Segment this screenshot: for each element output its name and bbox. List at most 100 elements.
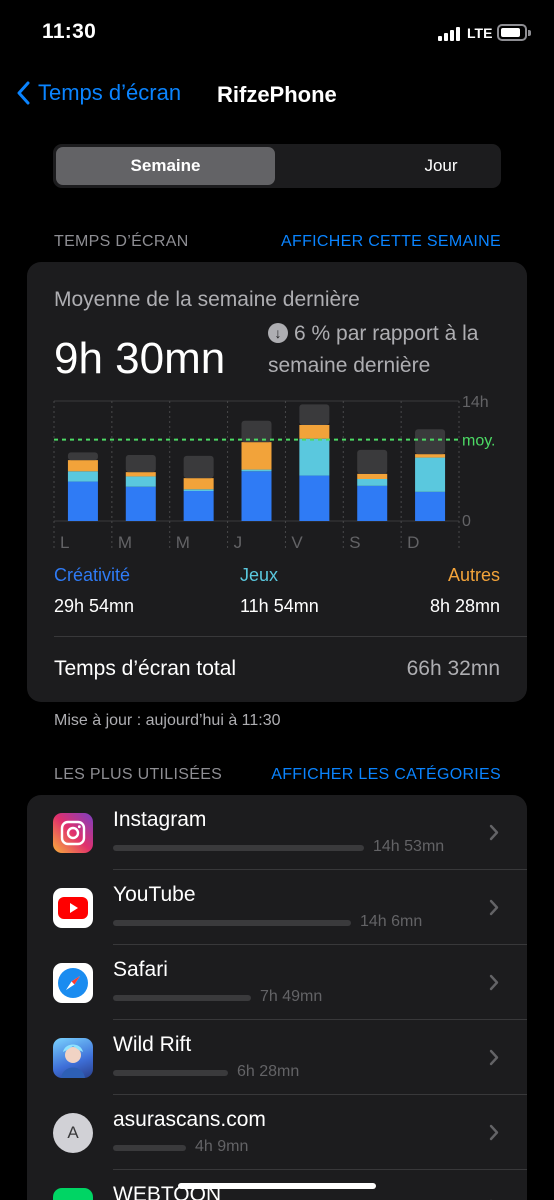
segment-day[interactable]: Jour [329, 147, 553, 185]
app-name: YouTube [113, 883, 196, 906]
app-usage-time: 4h 9mn [195, 1138, 249, 1155]
x-tick-label: M [118, 533, 132, 552]
app-usage-time: 6h 28mn [237, 1063, 300, 1080]
bar-segment [67, 471, 98, 482]
bar-segment [299, 425, 330, 439]
usage-bar-chart: L M M J V S Dmoy. 14h 0 [53, 394, 495, 552]
network-type: LTE [467, 25, 493, 41]
status-bar: 11:30 LTE [0, 0, 554, 66]
status-time: 11:30 [42, 20, 97, 43]
app-usage-time: 14h 6mn [360, 913, 423, 930]
bar-segment [299, 404, 330, 425]
average-label: moy. [462, 433, 495, 450]
chevron-right-icon [489, 1124, 499, 1146]
usage-bar [113, 845, 364, 851]
usage-bar [113, 1070, 228, 1076]
x-tick-label: J [234, 533, 243, 552]
wild-rift-icon [53, 1038, 93, 1078]
legend-label: Autres [447, 565, 500, 585]
website-letter-icon: A [53, 1113, 93, 1153]
weekly-summary-card: Moyenne de la semaine dernière 9h 30mn ↓… [27, 262, 527, 702]
bar-segment [67, 481, 98, 521]
x-tick-label: D [407, 533, 419, 552]
legend-value: 8h 28mn [429, 596, 500, 616]
period-segmented-control: Semaine Jour [53, 144, 501, 188]
bar-segment [415, 457, 446, 492]
bar-segment [241, 471, 272, 521]
most-used-section-header: LES PLUS UTILISÉES AFFICHER LES CATÉGORI… [54, 766, 501, 784]
x-tick-label: S [349, 533, 360, 552]
app-name: Safari [113, 958, 168, 981]
bar-segment [67, 460, 98, 472]
legend-value: 29h 54mn [54, 596, 135, 616]
last-updated-text: Mise à jour : aujourd’hui à 11:30 [54, 712, 281, 729]
bar-segment [183, 491, 214, 521]
bar-segment [357, 479, 388, 486]
most-used-apps-list: Instagram 14h 53mn YouTube 14h 6mn Safari 7h … [27, 795, 527, 1200]
chevron-right-icon [489, 1049, 499, 1071]
bar-segment [415, 429, 446, 455]
section-heading: LES PLUS UTILISÉES [54, 766, 223, 783]
bar-segment [357, 485, 388, 521]
bar-segment [415, 491, 446, 521]
bar-segment [299, 438, 330, 476]
bar-segment [125, 472, 156, 477]
bar-segment [415, 454, 446, 458]
app-name: asurascans.com [113, 1108, 266, 1131]
screen-time-section-header: TEMPS D’ÉCRAN AFFICHER CETTE SEMAINE [54, 233, 501, 251]
x-tick-label: V [291, 533, 303, 552]
back-button[interactable]: Temps d’écran [16, 80, 181, 106]
section-heading: TEMPS D’ÉCRAN [54, 233, 189, 250]
cellular-signal-icon [438, 27, 464, 41]
legend-label: Jeux [240, 565, 279, 585]
chevron-right-icon [489, 899, 499, 921]
legend-other: Autres 8h 28mn [430, 565, 500, 617]
bar-segment [357, 449, 388, 474]
app-usage-time: 14h 53mn [373, 838, 445, 855]
y-tick-label: 0 [462, 513, 471, 530]
x-tick-label: M [176, 533, 190, 552]
usage-bar [113, 1145, 186, 1151]
youtube-icon [53, 888, 93, 928]
bar-segment [183, 478, 214, 490]
legend-label: Créativité [54, 565, 131, 585]
chevron-right-icon [489, 824, 499, 846]
app-row[interactable]: Safari 7h 49mn [27, 945, 527, 1020]
segment-week[interactable]: Semaine [56, 147, 275, 185]
usage-bar [113, 920, 351, 926]
bar-segment [299, 475, 330, 521]
legend-creativity: Créativité 29h 54mn [54, 565, 134, 617]
back-label: Temps d’écran [38, 80, 182, 105]
legend-games: Jeux 11h 54mn [240, 565, 319, 617]
bar-segment [125, 476, 156, 487]
app-name: Wild Rift [113, 1033, 192, 1056]
chevron-right-icon [489, 974, 499, 996]
show-categories-link[interactable]: AFFICHER LES CATÉGORIES [271, 766, 501, 784]
battery-icon [497, 24, 531, 41]
usage-bar [113, 995, 251, 1001]
chevron-left-icon [17, 81, 30, 105]
app-row[interactable]: YouTube 14h 6mn [27, 870, 527, 945]
legend-value: 11h 54mn [240, 596, 319, 616]
bar-segment [241, 469, 272, 472]
home-indicator[interactable] [178, 1183, 376, 1189]
x-tick-label: L [60, 533, 69, 552]
app-row[interactable]: Aasurascans.com 4h 9mn [27, 1095, 527, 1170]
app-usage-time: 7h 49mn [260, 988, 323, 1005]
bar-segment [241, 442, 272, 470]
safari-icon [53, 963, 93, 1003]
navigation-bar: Temps d’écran RifzePhone [0, 74, 554, 116]
y-tick-label: 14h [462, 394, 489, 411]
divider [54, 636, 527, 637]
instagram-icon [53, 813, 93, 853]
bar-segment [183, 489, 214, 491]
bar-segment [125, 486, 156, 521]
bar-segment [125, 455, 156, 473]
bar-segment [67, 452, 98, 461]
webtoon-icon [53, 1188, 93, 1200]
total-value: 66h 32mn [406, 657, 500, 680]
show-this-week-link[interactable]: AFFICHER CETTE SEMAINE [281, 233, 501, 251]
app-row[interactable]: Instagram 14h 53mn [27, 795, 527, 870]
app-row[interactable]: Wild Rift 6h 28mn [27, 1020, 527, 1095]
total-label: Temps d’écran total [54, 657, 237, 680]
